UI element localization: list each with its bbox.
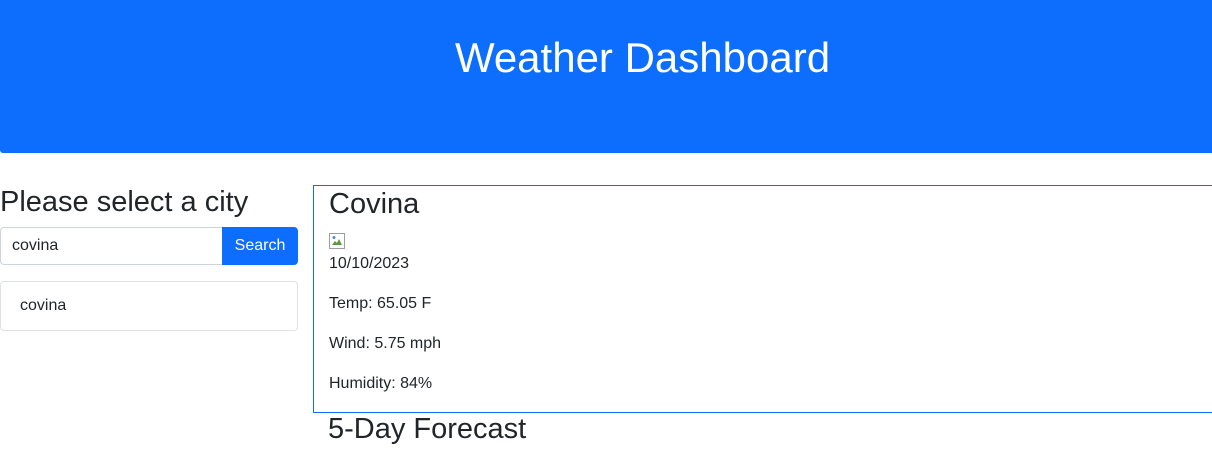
sidebar-title: Please select a city (0, 186, 249, 218)
city-search-input[interactable] (0, 227, 222, 265)
current-wind: Wind: 5.75 mph (329, 335, 442, 352)
current-humidity: Humidity: 84% (329, 375, 433, 392)
history-item-covina[interactable]: covina (0, 281, 298, 331)
broken-image-icon (329, 233, 345, 249)
search-button[interactable]: Search (222, 227, 298, 265)
current-date: 10/10/2023 (329, 255, 410, 272)
search-history-list: covina (0, 281, 298, 331)
current-city-name: Covina (329, 188, 420, 220)
page-title: Weather Dashboard (454, 34, 831, 81)
forecast-title: 5-Day Forecast (328, 413, 527, 445)
page-header: Weather Dashboard (0, 0, 1212, 153)
search-group: Search (0, 227, 298, 265)
current-weather-card: Covina 10/10/2023 Temp: 65.05 F Wind: 5.… (313, 185, 1212, 413)
current-temp: Temp: 65.05 F (329, 295, 432, 312)
